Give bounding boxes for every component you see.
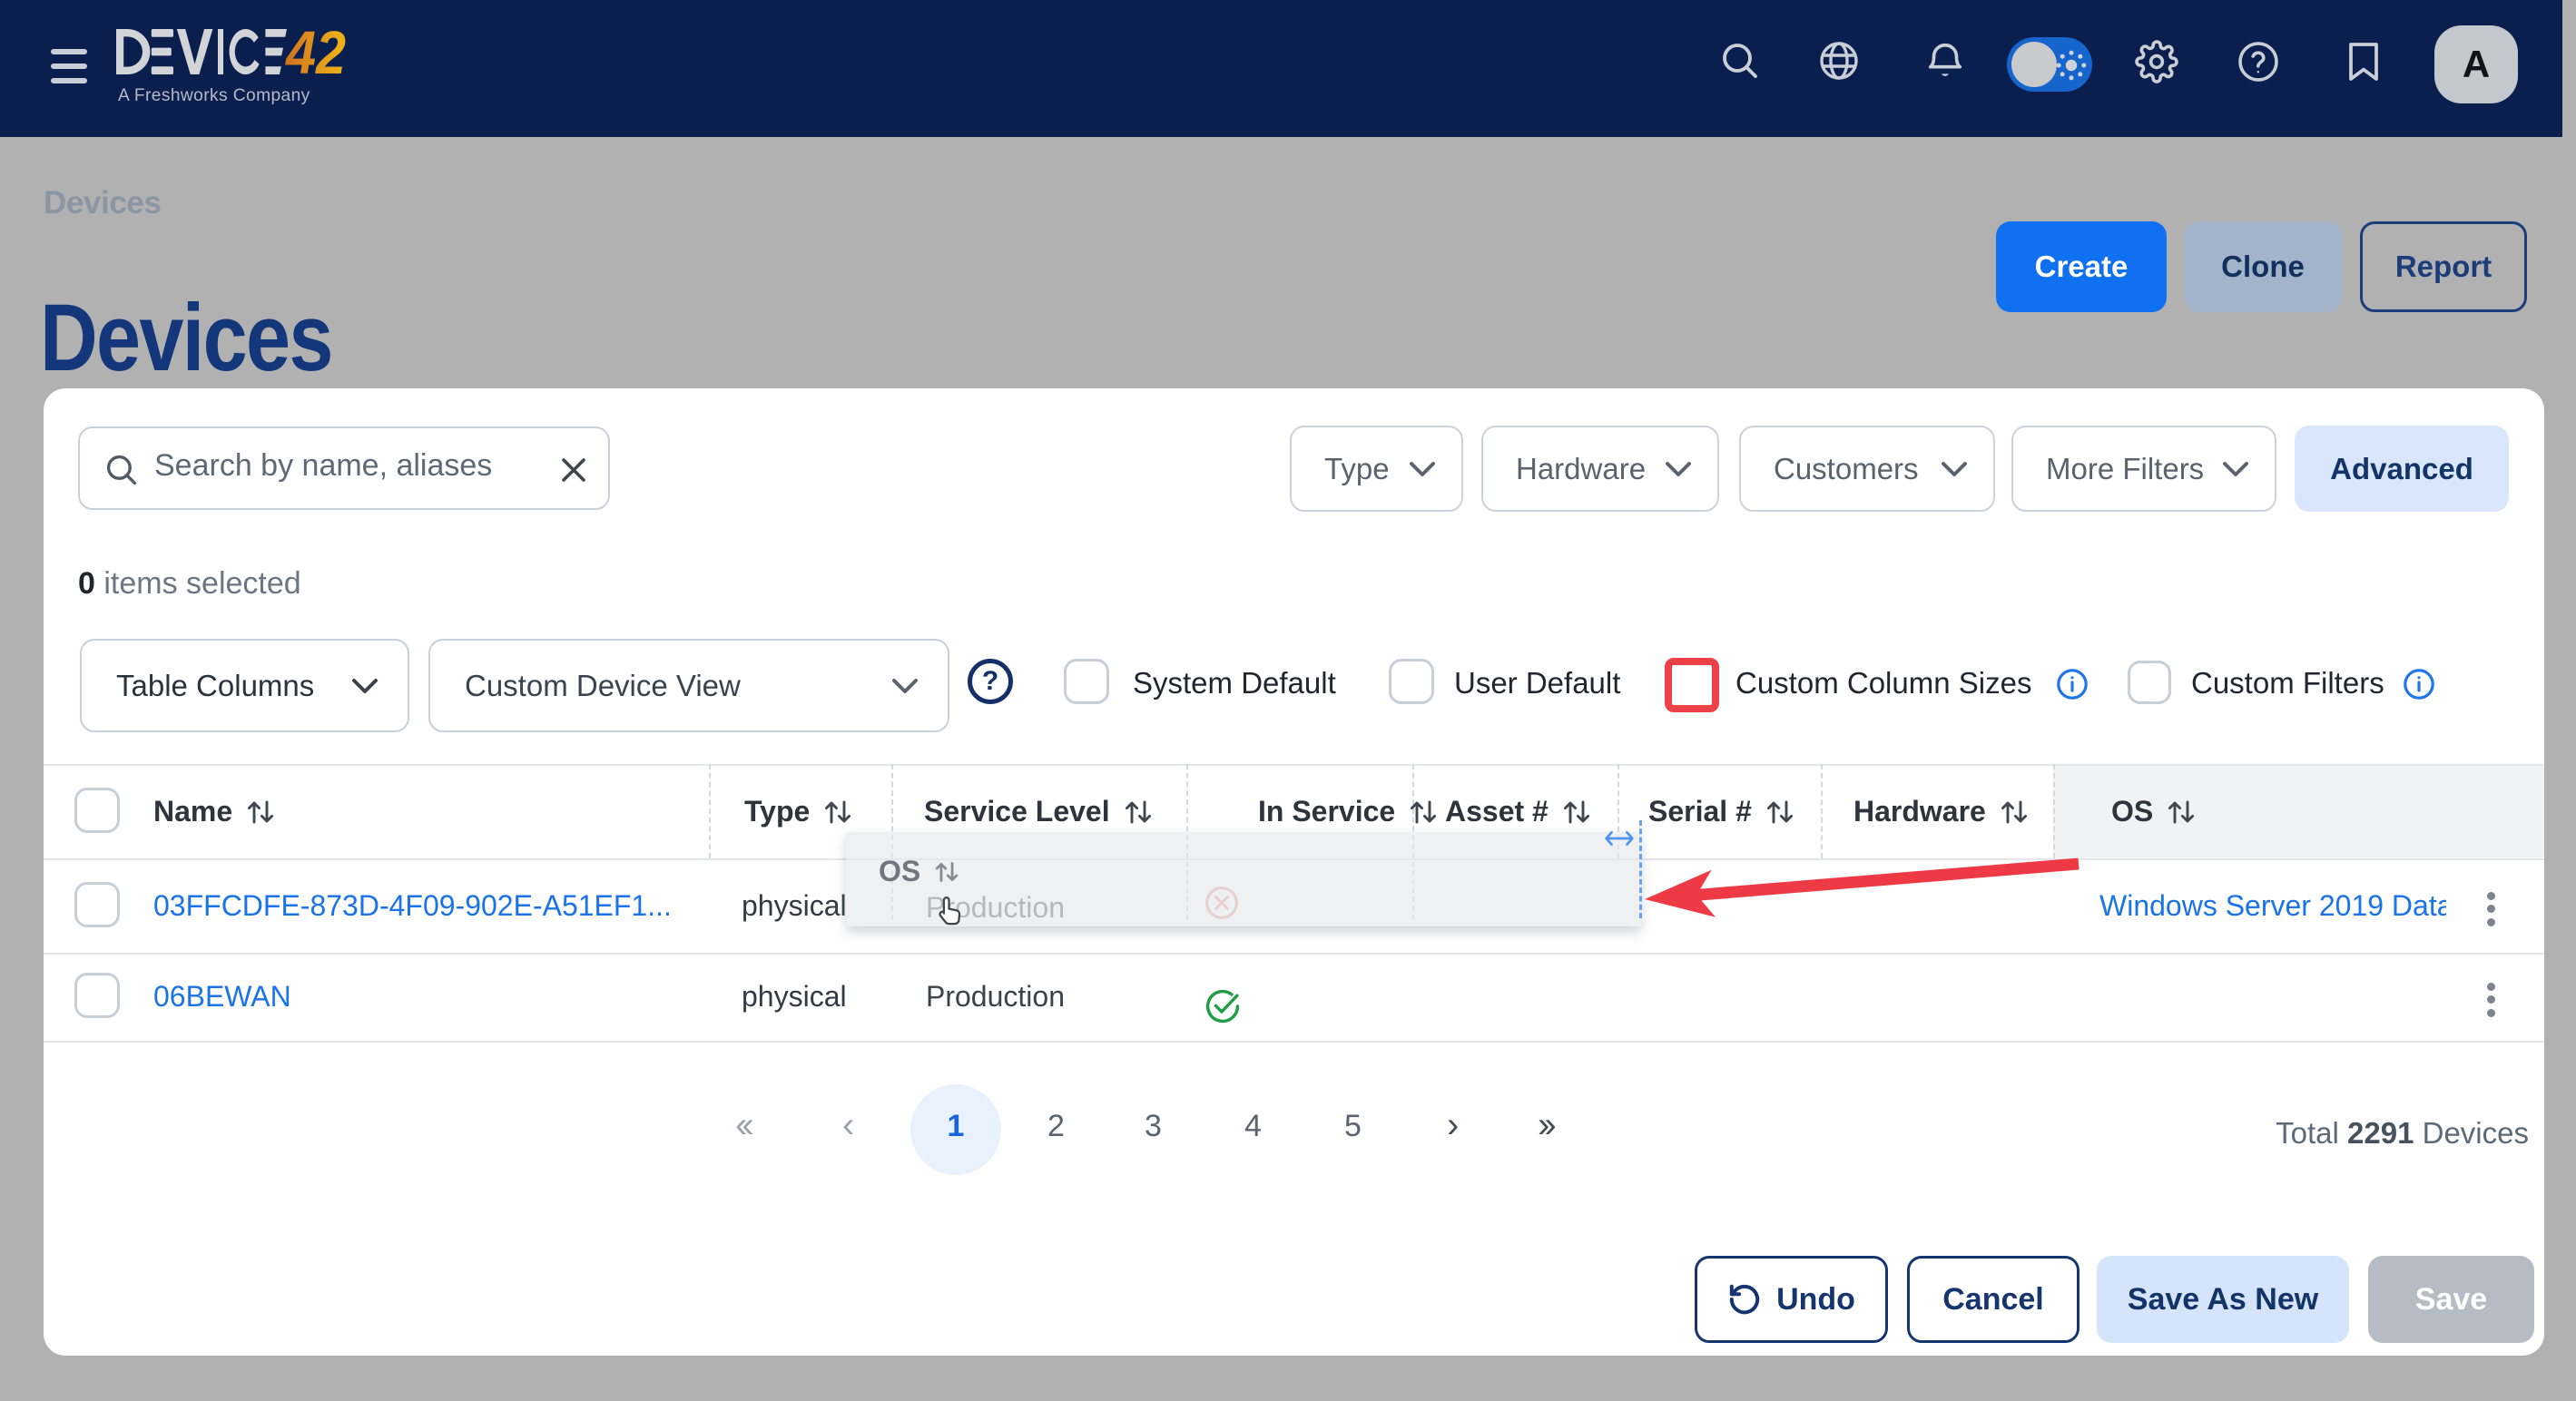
svg-text:42: 42 bbox=[284, 29, 346, 74]
